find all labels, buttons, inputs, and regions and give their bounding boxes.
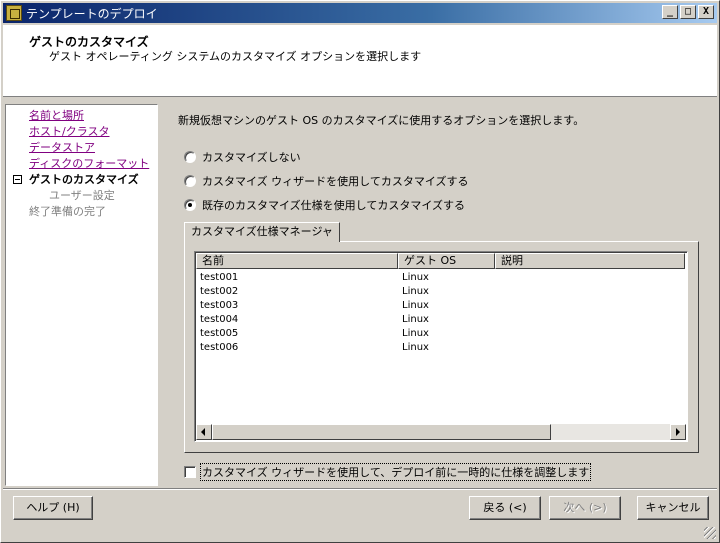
column-header-guest-os[interactable]: ゲスト OS [398, 253, 495, 269]
spec-list-table[interactable]: 名前 ゲスト OS 説明 test001 Linux test002 Linux… [194, 251, 688, 442]
cell-name: test003 [200, 300, 239, 311]
scroll-right-arrow-icon[interactable] [670, 424, 686, 440]
adjust-spec-checkbox-row[interactable]: カスタマイズ ウィザードを使用して、デプロイ前に一時的に仕様を調整します [184, 463, 592, 481]
cell-guest-os: Linux [402, 342, 429, 353]
cell-guest-os: Linux [402, 286, 429, 297]
option-label: 既存のカスタマイズ仕様を使用してカスタマイズする [202, 199, 466, 212]
option-no-customize[interactable]: カスタマイズしない [184, 149, 301, 165]
table-row[interactable]: test005 Linux [195, 328, 685, 342]
column-header-description[interactable]: 説明 [495, 253, 685, 269]
window-title: テンプレートのデプロイ [26, 6, 158, 21]
resize-grip-icon[interactable] [704, 527, 716, 539]
table-row[interactable]: test001 Linux [195, 272, 685, 286]
help-button[interactable]: ヘルプ (H) [13, 496, 93, 520]
collapse-box-icon[interactable] [13, 175, 22, 184]
close-button[interactable]: X [698, 5, 714, 19]
radio-button-selected[interactable] [184, 199, 196, 211]
deploy-template-window: テンプレートのデプロイ _ □ X ゲストのカスタマイズ ゲスト オペレーティン… [0, 0, 720, 543]
table-row[interactable]: test006 Linux [195, 342, 685, 356]
cell-name: test002 [200, 286, 239, 297]
maximize-button[interactable]: □ [680, 5, 696, 19]
table-row[interactable]: test004 Linux [195, 314, 685, 328]
scroll-left-arrow-icon[interactable] [196, 424, 212, 440]
nav-step-disk-format[interactable]: ディスクのフォーマット [29, 155, 149, 171]
cell-guest-os: Linux [402, 328, 429, 339]
cell-name: test006 [200, 342, 239, 353]
nav-step-ready-to-complete: 終了準備の完了 [29, 205, 106, 218]
radio-button[interactable] [184, 151, 196, 163]
cancel-button[interactable]: キャンセル [637, 496, 709, 520]
nav-step-datastore[interactable]: データストア [29, 139, 95, 155]
column-header-name[interactable]: 名前 [196, 253, 398, 269]
cell-guest-os: Linux [402, 314, 429, 325]
window-controls: _ □ X [662, 5, 714, 19]
nav-step-user-settings: ユーザー設定 [49, 189, 115, 202]
table-row[interactable]: test003 Linux [195, 300, 685, 314]
back-button[interactable]: 戻る (<) [469, 496, 541, 520]
horizontal-scrollbar[interactable] [196, 424, 686, 440]
cell-name: test004 [200, 314, 239, 325]
option-label: カスタマイズしない [202, 151, 301, 164]
title-bar[interactable]: テンプレートのデプロイ _ □ X [3, 3, 717, 23]
nav-step-guest-customization: ゲストのカスタマイズ [29, 173, 139, 186]
adjust-spec-checkbox[interactable] [184, 466, 196, 478]
cell-name: test005 [200, 328, 239, 339]
cell-name: test001 [200, 272, 239, 283]
option-label: カスタマイズ ウィザードを使用してカスタマイズする [202, 175, 469, 188]
header-subtitle: ゲスト オペレーティング システムのカスタマイズ オプションを選択します [49, 50, 422, 63]
next-button[interactable]: 次へ (>) [549, 496, 621, 520]
tab-customization-spec-manager[interactable]: カスタマイズ仕様マネージャ [184, 222, 340, 242]
nav-step-name-location[interactable]: 名前と場所 [29, 107, 84, 123]
instruction-text: 新規仮想マシンのゲスト OS のカスタマイズに使用するオプションを選択します。 [178, 114, 585, 127]
wizard-step-nav: 名前と場所 ホスト/クラスタ データストア ディスクのフォーマット ゲストのカス… [5, 104, 158, 486]
radio-button[interactable] [184, 175, 196, 187]
option-customize-wizard[interactable]: カスタマイズ ウィザードを使用してカスタマイズする [184, 173, 469, 189]
adjust-spec-checkbox-label[interactable]: カスタマイズ ウィザードを使用して、デプロイ前に一時的に仕様を調整します [200, 463, 592, 481]
cell-guest-os: Linux [402, 300, 429, 311]
footer-divider [3, 488, 717, 490]
scroll-thumb[interactable] [212, 424, 551, 440]
cell-guest-os: Linux [402, 272, 429, 283]
nav-step-host-cluster[interactable]: ホスト/クラスタ [29, 123, 110, 139]
minimize-button[interactable]: _ [662, 5, 678, 19]
vsphere-app-icon [6, 5, 22, 21]
table-row[interactable]: test002 Linux [195, 286, 685, 300]
option-existing-spec[interactable]: 既存のカスタマイズ仕様を使用してカスタマイズする [184, 197, 465, 213]
wizard-header: ゲストのカスタマイズ ゲスト オペレーティング システムのカスタマイズ オプショ… [3, 25, 717, 97]
